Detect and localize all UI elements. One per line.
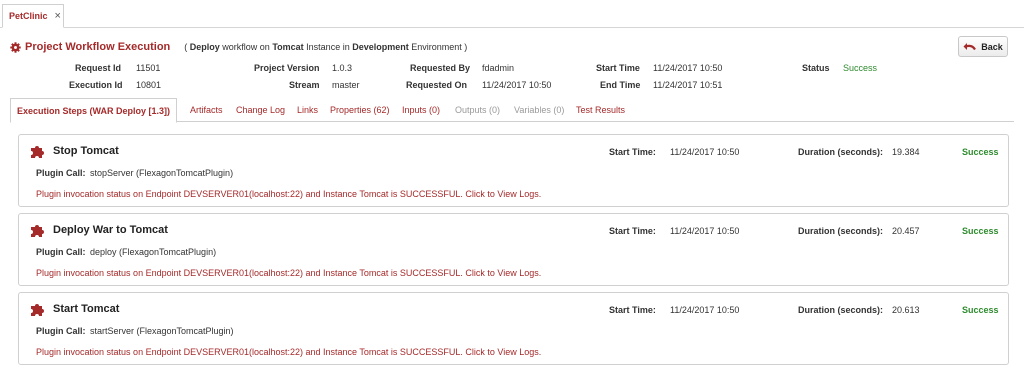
start-time-value: 11/24/2017 10:50 bbox=[653, 63, 723, 73]
puzzle-piece-icon bbox=[31, 146, 44, 158]
execution-step: Deploy War to Tomcat Start Time: 11/24/2… bbox=[18, 213, 1009, 286]
execution-id-label: Execution Id bbox=[69, 80, 123, 90]
back-button[interactable]: Back bbox=[958, 36, 1008, 57]
step-status: Success bbox=[962, 305, 999, 315]
start-time-label: Start Time bbox=[596, 63, 640, 73]
step-start-time-value: 11/24/2017 10:50 bbox=[670, 305, 740, 315]
app-tab-label: PetClinic bbox=[9, 11, 48, 21]
plugin-call-label: Plugin Call: bbox=[36, 247, 86, 257]
detail-tabs: Execution Steps (WAR Deploy [1.3]) Artif… bbox=[10, 98, 1014, 123]
execution-step: Start Tomcat Start Time: 11/24/2017 10:5… bbox=[18, 292, 1009, 365]
tab-test-results[interactable]: Test Results bbox=[576, 98, 625, 122]
end-time-label: End Time bbox=[600, 80, 641, 90]
step-duration-value: 20.613 bbox=[892, 305, 920, 315]
step-start-time-value: 11/24/2017 10:50 bbox=[670, 226, 740, 236]
stream-label: Stream bbox=[289, 80, 320, 90]
requested-by-value: fdadmin bbox=[482, 63, 515, 73]
request-id-label: Request Id bbox=[75, 63, 122, 73]
step-duration-value: 19.384 bbox=[892, 147, 920, 157]
stream-value: master bbox=[332, 80, 360, 90]
app-tab-petclinic[interactable]: PetClinic × bbox=[2, 4, 64, 28]
step-start-time-value: 11/24/2017 10:50 bbox=[670, 147, 740, 157]
subtitle-workflow: Deploy bbox=[189, 42, 220, 52]
step-duration-label: Duration (seconds): bbox=[798, 226, 884, 236]
page-header: Project Workflow Execution ( Deploy work… bbox=[10, 39, 467, 55]
project-version-value: 1.0.3 bbox=[332, 63, 353, 73]
subtitle-environment: Development bbox=[352, 42, 409, 52]
step-status: Success bbox=[962, 147, 999, 157]
puzzle-piece-icon bbox=[31, 225, 44, 237]
step-log-link[interactable]: Plugin invocation status on Endpoint DEV… bbox=[36, 189, 541, 199]
undo-arrow-icon bbox=[963, 42, 977, 50]
requested-on-value: 11/24/2017 10:50 bbox=[482, 80, 552, 90]
tab-change-log[interactable]: Change Log bbox=[236, 98, 285, 122]
execution-step: Stop Tomcat Start Time: 11/24/2017 10:50… bbox=[18, 134, 1009, 207]
app-tab-bar: PetClinic × bbox=[0, 0, 1024, 28]
status-value: Success bbox=[843, 63, 878, 73]
step-start-time-label: Start Time: bbox=[609, 305, 656, 315]
step-name: Stop Tomcat bbox=[53, 145, 119, 157]
step-name: Start Tomcat bbox=[53, 303, 120, 315]
tab-properties[interactable]: Properties (62) bbox=[330, 98, 390, 122]
subtitle-text-3: Environment ) bbox=[408, 42, 468, 52]
step-name: Deploy War to Tomcat bbox=[53, 224, 168, 236]
page-title: Project Workflow Execution bbox=[25, 41, 171, 53]
request-id-value: 11501 bbox=[136, 63, 161, 73]
back-label: Back bbox=[981, 41, 1003, 52]
step-log-link[interactable]: Plugin invocation status on Endpoint DEV… bbox=[36, 268, 541, 278]
plugin-call-value: startServer (FlexagonTomcatPlugin) bbox=[90, 326, 234, 336]
project-version-label: Project Version bbox=[254, 63, 320, 73]
requested-on-label: Requested On bbox=[406, 80, 468, 90]
plugin-call-label: Plugin Call: bbox=[36, 326, 86, 336]
subtitle-text-1: workflow on bbox=[219, 42, 273, 52]
gear-icon bbox=[10, 41, 21, 53]
step-duration-value: 20.457 bbox=[892, 226, 920, 236]
status-label: Status bbox=[802, 63, 830, 73]
requested-by-label: Requested By bbox=[410, 63, 471, 73]
execution-id-value: 10801 bbox=[136, 80, 162, 90]
tab-inputs[interactable]: Inputs (0) bbox=[402, 98, 440, 122]
close-icon[interactable]: × bbox=[55, 10, 61, 22]
step-start-time-label: Start Time: bbox=[609, 226, 656, 236]
page-subtitle: ( Deploy workflow on Tomcat Instance in … bbox=[184, 42, 467, 52]
step-duration-label: Duration (seconds): bbox=[798, 147, 884, 157]
plugin-call-value: deploy (FlexagonTomcatPlugin) bbox=[90, 247, 217, 257]
step-status: Success bbox=[962, 226, 999, 236]
step-log-link[interactable]: Plugin invocation status on Endpoint DEV… bbox=[36, 347, 541, 357]
tab-execution-steps[interactable]: Execution Steps (WAR Deploy [1.3]) bbox=[10, 98, 178, 123]
tab-variables: Variables (0) bbox=[514, 105, 565, 115]
plugin-call-label: Plugin Call: bbox=[36, 168, 86, 178]
tab-artifacts[interactable]: Artifacts bbox=[190, 98, 223, 122]
end-time-value: 11/24/2017 10:51 bbox=[653, 80, 723, 90]
subtitle-text-2: Instance in bbox=[303, 42, 353, 52]
tab-outputs: Outputs (0) bbox=[455, 105, 501, 115]
step-start-time-label: Start Time: bbox=[609, 147, 656, 157]
tab-links[interactable]: Links bbox=[297, 98, 318, 122]
step-duration-label: Duration (seconds): bbox=[798, 305, 884, 315]
subtitle-instance: Tomcat bbox=[272, 42, 304, 52]
puzzle-piece-icon bbox=[31, 304, 44, 316]
plugin-call-value: stopServer (FlexagonTomcatPlugin) bbox=[90, 168, 234, 178]
